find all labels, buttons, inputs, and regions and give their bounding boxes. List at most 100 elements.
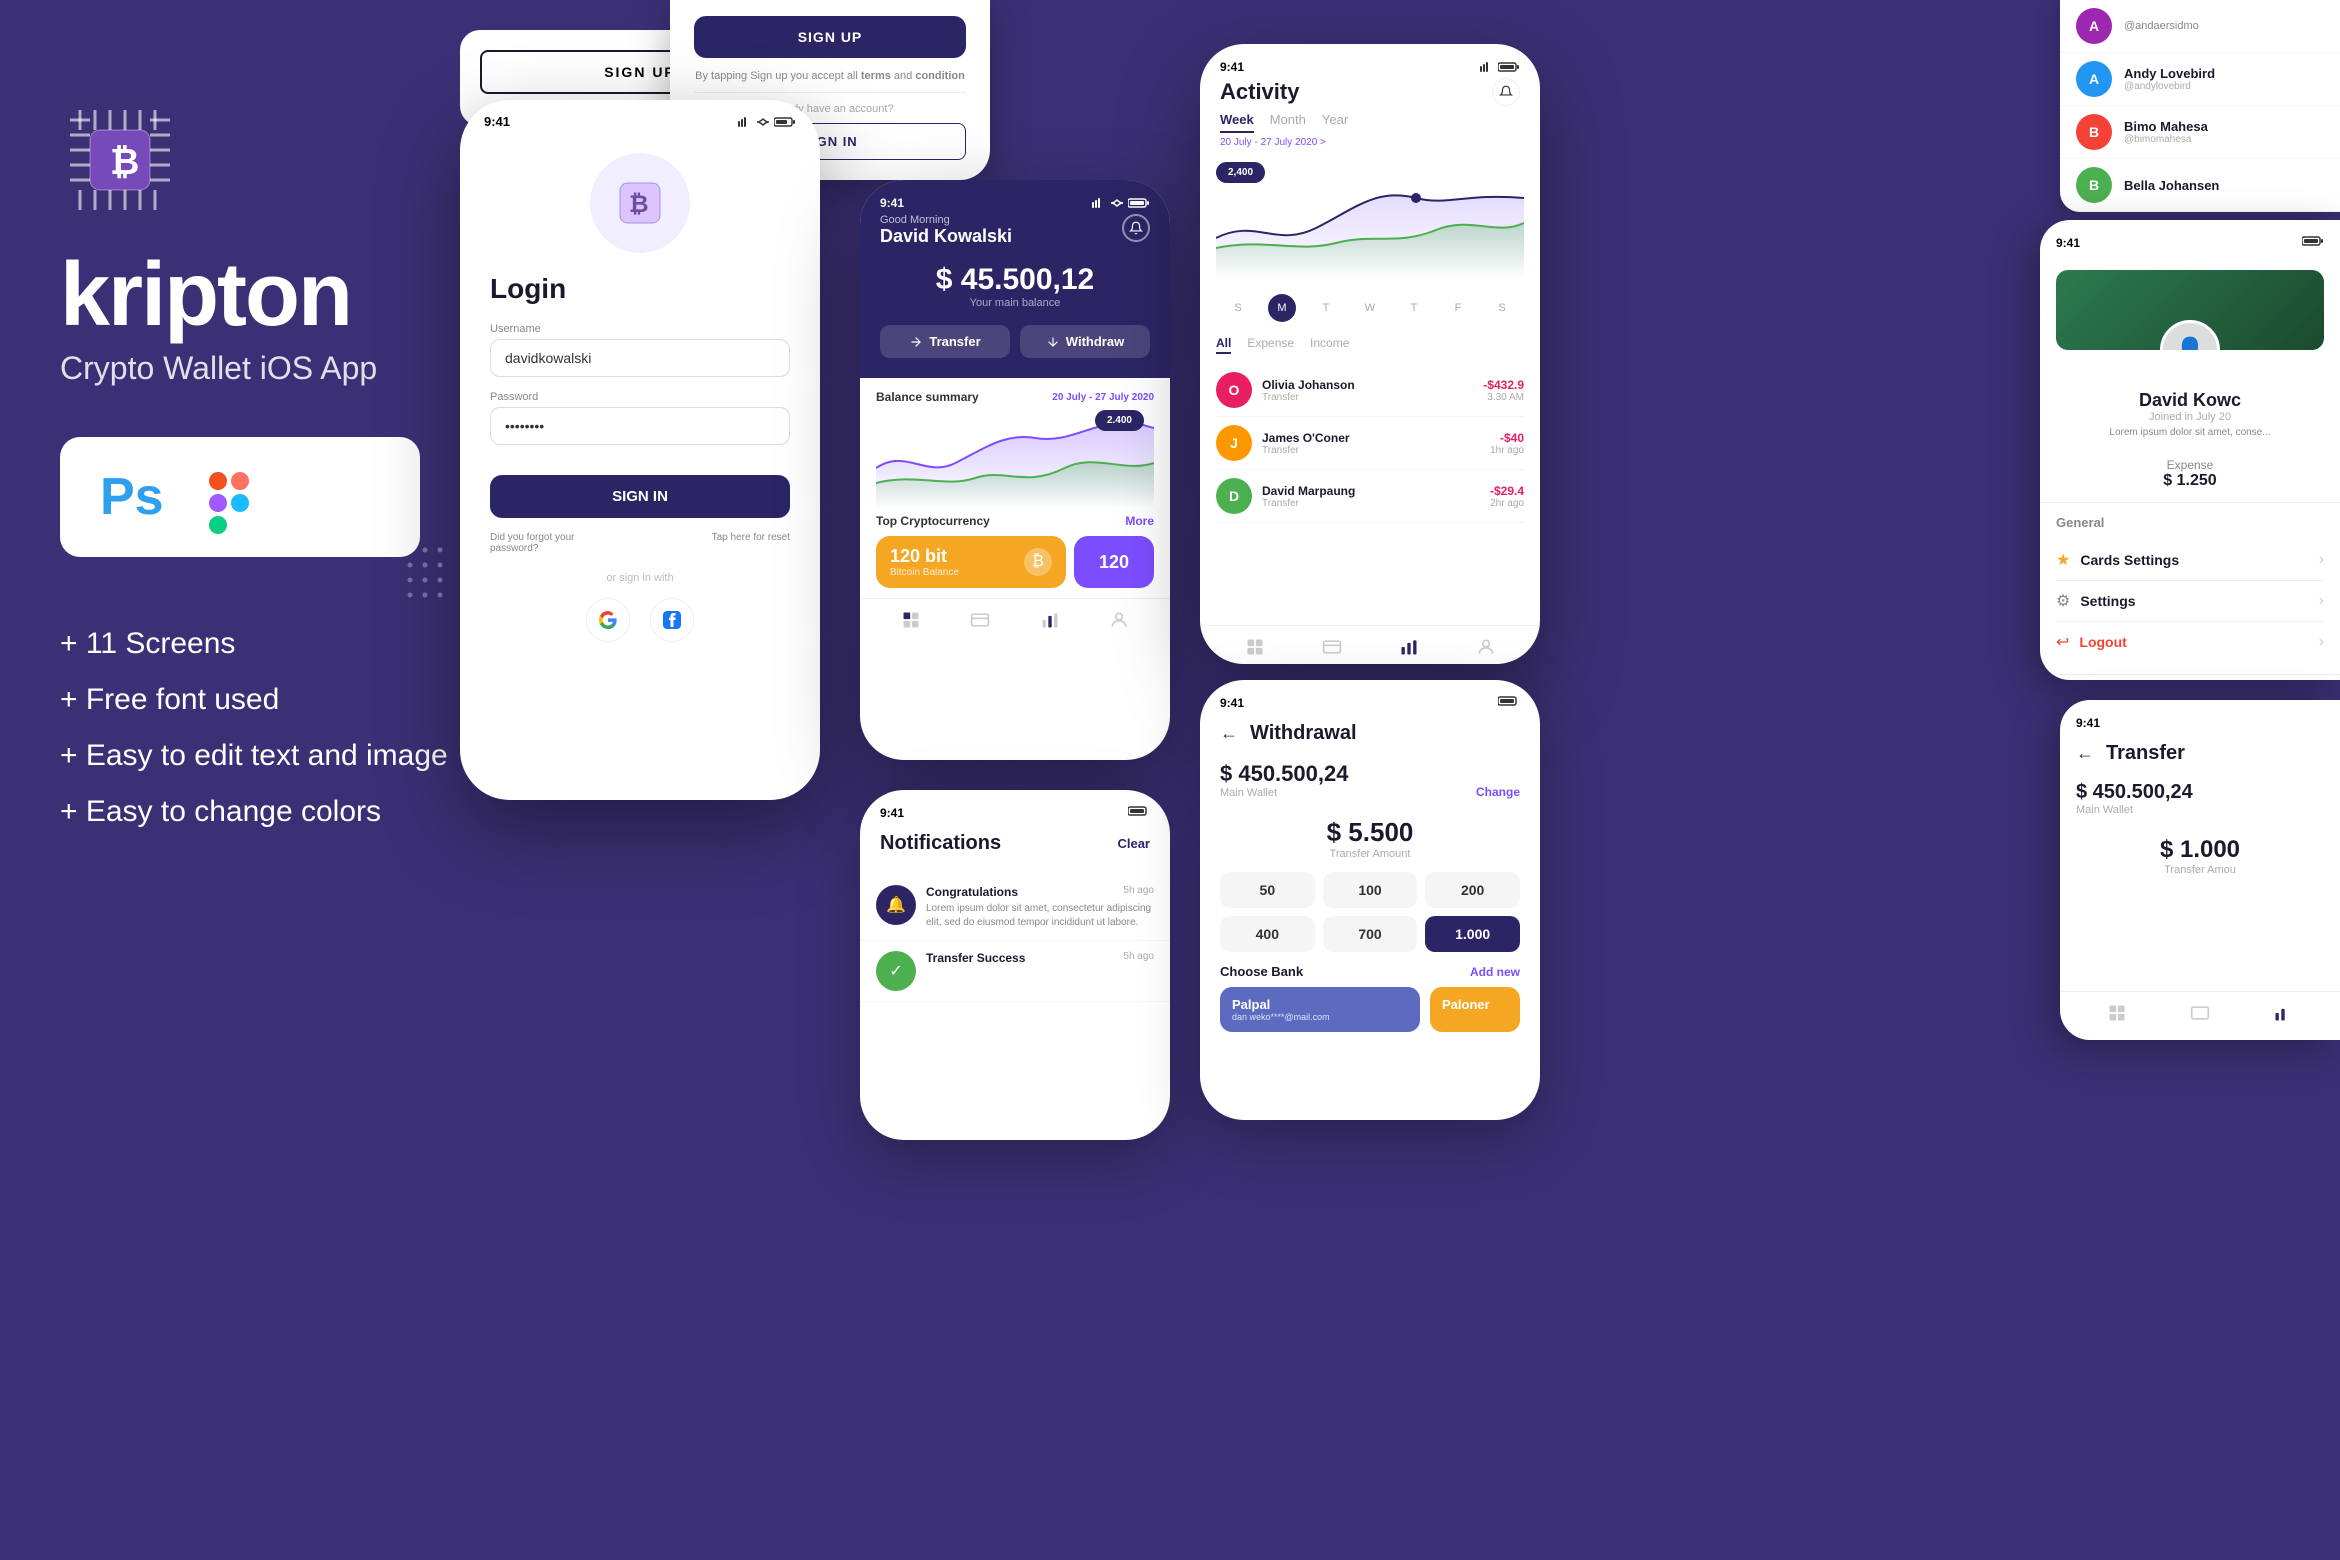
activity-time: 9:41 [1220, 60, 1244, 74]
day-t1[interactable]: T [1312, 294, 1340, 322]
wallet-amount: $ 450.500,24 [1220, 761, 1348, 787]
card-nav-trans[interactable] [2189, 1002, 2211, 1024]
day-t2[interactable]: T [1400, 294, 1428, 322]
transaction-3: D David Marpaung Transfer -$29.4 2hr ago [1216, 470, 1524, 523]
balance-summary-label: Balance summary [876, 390, 979, 404]
tab-month[interactable]: Month [1270, 112, 1306, 133]
home-nav-icon[interactable] [900, 609, 922, 631]
notif-1-content: Congratulations 5h ago Lorem ipsum dolor… [926, 885, 1154, 930]
bank-options: Palpal dan weko****@mail.com Paloner [1220, 987, 1520, 1032]
amount-100[interactable]: 100 [1323, 872, 1418, 908]
profile-nav-icon[interactable] [1108, 609, 1130, 631]
transfer-wallet-label: Main Wallet [2076, 804, 2324, 816]
card-nav-icon[interactable] [969, 609, 991, 631]
chevron-icon-2: › [2319, 592, 2324, 610]
day-m[interactable]: M [1268, 294, 1296, 322]
clear-button[interactable]: Clear [1117, 836, 1150, 851]
filter-all[interactable]: All [1216, 336, 1231, 354]
change-button[interactable]: Change [1476, 785, 1520, 799]
more-link[interactable]: More [1125, 514, 1154, 528]
card-nav-act[interactable] [1321, 636, 1343, 658]
bell-icon[interactable] [1122, 214, 1150, 242]
expense-label: Expense [2163, 458, 2216, 472]
day-s2[interactable]: S [1488, 294, 1516, 322]
chart-nav-trans[interactable] [2272, 1002, 2294, 1024]
avatar-user2: A [2076, 61, 2112, 97]
notif-2-time: 5h ago [1123, 951, 1154, 965]
google-btn[interactable] [586, 598, 630, 642]
activity-chart: 2,400 [1200, 158, 1540, 288]
logout-item[interactable]: ↩ Logout › [2056, 622, 2324, 662]
login-signin-button[interactable]: SIGN IN [490, 475, 790, 518]
dashboard-username: David Kowalski [880, 226, 1012, 247]
profile-cover: 👤 [2056, 270, 2324, 350]
photoshop-icon: Ps [100, 467, 164, 527]
transfer-back-button[interactable]: ← [2076, 743, 2094, 764]
balance-date-range: 20 July - 27 July 2020 [1052, 392, 1154, 403]
chart-nav-act[interactable] [1398, 636, 1420, 658]
amount-200[interactable]: 200 [1425, 872, 1520, 908]
chart-nav-icon[interactable] [1039, 609, 1061, 631]
day-s1[interactable]: S [1224, 294, 1252, 322]
notifications-header: 9:41 Notifications Clear [860, 790, 1170, 875]
user3-name: Bimo Mahesa [2124, 119, 2208, 134]
notif-1-desc: Lorem ipsum dolor sit amet, consectetur … [926, 902, 1154, 930]
transfer-header: 9:41 ← Transfer $ 450.500,24 Main Wallet… [2060, 700, 2340, 886]
tab-year[interactable]: Year [1322, 112, 1348, 133]
day-w[interactable]: W [1356, 294, 1384, 322]
facebook-btn[interactable] [650, 598, 694, 642]
notification-1: 🔔 Congratulations 5h ago Lorem ipsum dol… [860, 875, 1170, 941]
transfer-wallet-amount: $ 450.500,24 [2076, 781, 2324, 804]
bank-paloner[interactable]: Paloner [1430, 987, 1520, 1032]
top-crypto-label: Top Cryptocurrency [876, 514, 990, 528]
activity-phone: 9:41 Activity Week Month Year 20 July - … [1200, 44, 1540, 664]
wallet-info: $ 450.500,24 Main Wallet Change [1220, 761, 1520, 799]
avatar-user1: A [2076, 8, 2112, 44]
tab-week[interactable]: Week [1220, 112, 1254, 133]
profile-name: David Kowc [2040, 390, 2340, 411]
logo-icon: ₿ [60, 100, 180, 220]
reset-text[interactable]: Tap here for reset [712, 532, 790, 554]
add-new-label[interactable]: Add new [1470, 965, 1520, 979]
amount-700[interactable]: 700 [1323, 916, 1418, 952]
amount-50[interactable]: 50 [1220, 872, 1315, 908]
home-nav-act[interactable] [1244, 636, 1266, 658]
password-group: Password [490, 391, 790, 445]
cards-settings-item[interactable]: ★ Cards Settings › [2056, 540, 2324, 581]
profile-sidebar: A @andaersidmo A Andy Lovebird @andylove… [2060, 0, 2340, 212]
bitcoin-icon: ₿ [1024, 548, 1052, 576]
profile-info: David Kowc Joined in July 20 Lorem ipsum… [2040, 390, 2340, 438]
crypto-name: 120 bit [890, 546, 959, 567]
withdraw-button[interactable]: Withdraw [1020, 325, 1150, 358]
transfer-button[interactable]: Transfer [880, 325, 1010, 358]
home-nav-trans[interactable] [2106, 1002, 2128, 1024]
profile-nav-act[interactable] [1475, 636, 1497, 658]
settings-item[interactable]: ⚙ Settings › [2056, 581, 2324, 622]
activity-bell-icon[interactable] [1492, 78, 1520, 106]
username-input[interactable] [490, 339, 790, 377]
amount-400[interactable]: 400 [1220, 916, 1315, 952]
password-input[interactable] [490, 407, 790, 445]
filter-expense[interactable]: Expense [1247, 336, 1294, 354]
withdrawal-back-button[interactable]: ← [1220, 723, 1238, 744]
amount-1000[interactable]: 1.000 [1425, 916, 1520, 952]
logout-label: Logout [2079, 634, 2126, 650]
user3-handle: @bimomahesa [2124, 134, 2208, 145]
dashboard-phone: 9:41 Good Morning David Kowalski $ 45.50… [860, 180, 1170, 760]
transfer-label: Transfer Amount [1220, 848, 1520, 860]
bank-palpal[interactable]: Palpal dan weko****@mail.com [1220, 987, 1420, 1032]
signup-button[interactable]: SIGN UP [694, 16, 966, 58]
transfer-phone: 9:41 ← Transfer $ 450.500,24 Main Wallet… [2060, 700, 2340, 1040]
withdrawal-time: 9:41 [1220, 696, 1244, 710]
login-logo-icon: ₿ [590, 153, 690, 253]
day-f[interactable]: F [1444, 294, 1472, 322]
transaction-1-info: Olivia Johanson Transfer [1262, 378, 1473, 403]
notification-2: ✓ Transfer Success 5h ago [860, 941, 1170, 1002]
transaction-1: O Olivia Johanson Transfer -$432.9 3.30 … [1216, 364, 1524, 417]
filter-income[interactable]: Income [1310, 336, 1349, 354]
dashboard-header: 9:41 Good Morning David Kowalski $ 45.50… [860, 180, 1170, 378]
activity-header: 9:41 Activity Week Month Year 20 July - … [1200, 44, 1540, 148]
notif-2-title: Transfer Success [926, 951, 1025, 965]
avatar-james: J [1216, 425, 1252, 461]
wallet-label: Main Wallet [1220, 787, 1348, 799]
